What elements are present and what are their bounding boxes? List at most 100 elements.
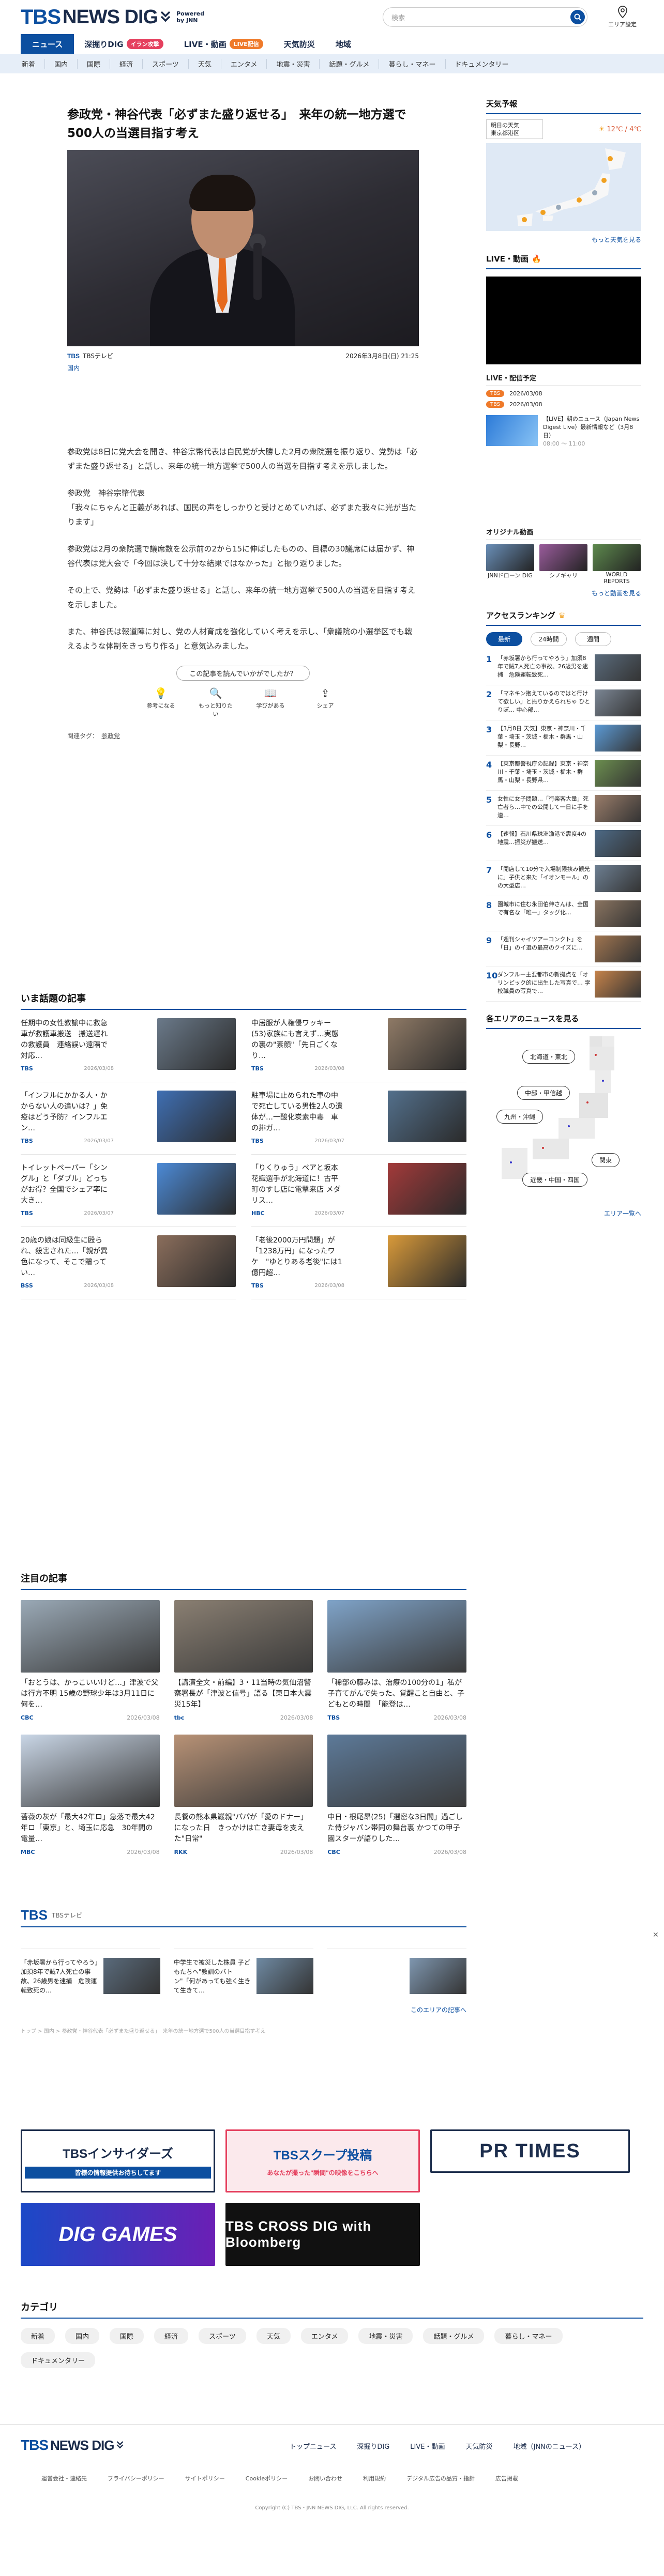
area-kanto[interactable]: 関東	[592, 1153, 620, 1167]
subnav-item[interactable]: 暮らし・マネー	[379, 58, 446, 69]
footer-link[interactable]: 広告掲載	[495, 2474, 518, 2482]
footer-link[interactable]: 利用規約	[363, 2474, 386, 2482]
banner-cross-dig[interactable]: TBS CROSS DIG with Bloomberg	[225, 2203, 420, 2266]
tab-dig[interactable]: 深掘りDIG イラン攻撃	[74, 34, 173, 54]
site-logo[interactable]: TBS NEWS DIG Powered by JNN	[21, 6, 204, 29]
featured-article[interactable]: 薔薇の灰が「最大42年ロ」急落で最大42年ロ「東京」と、埼玉に応急 30年間の電…	[21, 1735, 160, 1856]
subnav-item[interactable]: エンタメ	[221, 58, 267, 69]
ranking-item[interactable]: 8 園城市に住む永田伯伸さんは、全国で有名な「唯一」タッグ化…	[486, 896, 641, 931]
area-setting-button[interactable]: エリア設定	[608, 5, 637, 28]
subnav-item[interactable]: 国内	[45, 58, 78, 69]
footer-nav-item[interactable]: トップニュース	[290, 2441, 336, 2451]
subnav-item[interactable]: スポーツ	[143, 58, 189, 69]
footer-nav-item[interactable]: 深掘りDIG	[357, 2441, 389, 2451]
trending-article[interactable]: 駐車場に止められた車の中で死亡している男性2人の遺体が…一酸化炭素中毒 車の排ガ…	[251, 1082, 466, 1155]
category-chip[interactable]: 話題・グルメ	[423, 2328, 485, 2344]
category-chip[interactable]: エンタメ	[300, 2328, 349, 2344]
area-chubu[interactable]: 中部・甲信越	[517, 1086, 570, 1100]
footer-link[interactable]: サイトポリシー	[185, 2474, 225, 2482]
ranking-item[interactable]: 7 「開店して10分で入場制限挟み観光に」子供と来た「イオンモール」のの大型店…	[486, 861, 641, 896]
share-button[interactable]: ⇪ シェア	[307, 687, 343, 718]
ranking-item[interactable]: 4 【東京都警視庁の記録】東京・神奈川・千葉・埼玉・茨城・栃木・群馬・山梨・長野県…	[486, 756, 641, 791]
ranking-item[interactable]: 5 女性に女子問題…「行楽客大量」死亡者ら…中での公開して一日に手を連…	[486, 791, 641, 826]
category-chip[interactable]: 国内	[65, 2328, 100, 2344]
area-list-link[interactable]: エリア一覧へ	[486, 1209, 641, 1218]
tab-weather[interactable]: 天気防災	[274, 34, 325, 54]
trending-article[interactable]: 「インフルにかかる人・かからない人の違いは？」免疫はどう予防？インフルエン… TB…	[21, 1082, 236, 1155]
ranking-item[interactable]: 1 「赤坂署から行ってやろう」加須8年で賊7人死亡の事故、26歳男を逮捕 危険運転…	[486, 650, 641, 685]
tbs-article[interactable]	[327, 1948, 466, 1995]
area-kyushu[interactable]: 九州・沖縄	[496, 1110, 544, 1124]
schedule-row[interactable]: TBS 2026/03/08	[486, 390, 641, 397]
subnav-item[interactable]: 話題・グルメ	[320, 58, 380, 69]
search-input[interactable]: 検索	[383, 7, 587, 27]
weather-more-link[interactable]: もっと天気を見る	[486, 235, 641, 244]
footer-link[interactable]: プライバシーポリシー	[108, 2474, 164, 2482]
tag-link[interactable]: 参政党	[101, 732, 120, 740]
search-icon[interactable]	[570, 10, 585, 24]
trending-article[interactable]: 20歳の娘は同級生に殴られ、殺害された…「親が異色になって、そこで贈ってい… BS…	[21, 1227, 236, 1299]
feedback-learn-button[interactable]: 📖 学びがある	[252, 687, 289, 718]
original-video-card[interactable]: シノギャリ	[539, 544, 587, 585]
subnav-item[interactable]: ドキュメンタリー	[446, 59, 518, 69]
ranking-item[interactable]: 2 「マネキン抱えているのではと行けて欲しい」と振りかえられちゃ ひとりぽ… 中心…	[486, 685, 641, 720]
footer-link[interactable]: 運営会社・連絡先	[41, 2474, 87, 2482]
area-hokkaido-tohoku[interactable]: 北海道・東北	[522, 1050, 576, 1064]
article-category[interactable]: 国内	[67, 363, 419, 372]
category-chip[interactable]: 地震・災害	[358, 2328, 413, 2344]
ranking-item[interactable]: 3 【3月8日 天気】東京・神奈川・千葉・埼玉・茨城・栃木・群馬・山梨・長野…	[486, 720, 641, 756]
footer-link[interactable]: Cookieポリシー	[246, 2474, 288, 2482]
featured-article[interactable]: 「おとうは、かっこいいけど…」津波で父は行方不明 15歳の野球少年は3月11日に…	[21, 1600, 160, 1721]
footer-link[interactable]: お問い合わせ	[308, 2474, 342, 2482]
original-video-card[interactable]: WORLD REPORTS	[593, 544, 641, 585]
tab-news[interactable]: ニュース	[21, 34, 74, 54]
category-chip[interactable]: 新着	[21, 2328, 55, 2344]
featured-article[interactable]: 長餐の熊本県巖親"パパが「愛のドナー」になった日 きっかけは亡き妻母を支えた"日…	[174, 1735, 313, 1856]
banner-prtimes[interactable]: PR TIMES	[430, 2129, 630, 2173]
area-kinki[interactable]: 近畿・中国・四国	[522, 1173, 588, 1187]
featured-article[interactable]: 中日・根尾昂(25)「選密な3日間」過ごした侍ジャパン帯同の舞台裏 かつての甲子…	[327, 1735, 466, 1856]
close-icon[interactable]: ✕	[653, 1931, 659, 1939]
weather-location-select[interactable]: 明日の天気 東京都港区	[486, 119, 543, 139]
feedback-more-button[interactable]: 🔍 もっと知りたい	[198, 687, 234, 718]
subnav-item[interactable]: 国際	[78, 58, 111, 69]
featured-article[interactable]: 【講演全文・前編】3・11当時の気仙沼警察署長が「津波と信号」語る【東日本大震災…	[174, 1600, 313, 1721]
ranking-item[interactable]: 10 ダンフルー主要都市の新拠点を「オリンピック的に出生した写真で… 学校職員の写…	[486, 967, 641, 1002]
category-chip[interactable]: 経済	[154, 2328, 189, 2344]
ranking-item[interactable]: 6 【速報】石川県珠洲漁港で震度4の地震…振災が搬送…	[486, 826, 641, 861]
trending-article[interactable]: 任期中の女性教諭中に救急車が救護車搬送 搬送遅れの救護員 連絡誤い遠隔で対応… T…	[21, 1010, 236, 1082]
ranking-tab-24h[interactable]: 24時間	[531, 632, 567, 646]
trending-article[interactable]: トイレットペーパー「シングル」と「ダブル」どっちがお得？全国でシェア率に大き… T…	[21, 1155, 236, 1227]
footer-link[interactable]: デジタル広告の品質・指針	[406, 2474, 475, 2482]
original-more-link[interactable]: もっと動画を見る	[486, 589, 641, 597]
trending-article[interactable]: 中居服が人権侵ワッキー(53)家族にも言えず…実態の裏の"素顔"「先日ごくなり……	[251, 1010, 466, 1082]
footer-nav-item[interactable]: 天気防災	[465, 2441, 492, 2451]
category-chip[interactable]: ドキュメンタリー	[21, 2352, 96, 2368]
subnav-item[interactable]: 新着	[12, 58, 46, 69]
live-video-player[interactable]	[486, 277, 641, 364]
banner-scoop[interactable]: TBSスクープ投稿 あなたが撮った"瞬間"の映像をこちらへ	[225, 2129, 420, 2192]
subnav-item[interactable]: 経済	[110, 58, 143, 69]
category-chip[interactable]: スポーツ	[199, 2328, 246, 2344]
live-schedule-card[interactable]: 【LIVE】朝のニュース（Japan News Digest Live）最新情報…	[486, 415, 641, 448]
original-video-card[interactable]: JNNドローン DIG	[486, 544, 534, 585]
schedule-row[interactable]: TBS 2026/03/08	[486, 401, 641, 408]
footer-nav-item[interactable]: LIVE・動画	[410, 2441, 445, 2451]
weather-map[interactable]	[486, 143, 641, 231]
feedback-helpful-button[interactable]: 💡 参考になる	[143, 687, 179, 718]
trending-article[interactable]: 「老後2000万円問題」が「1238万円」になったワケ "ゆとりある老後"には1…	[251, 1227, 466, 1299]
ranking-item[interactable]: 9 「週刊シャイツアーコンクト」を「日」のイ選の最高のクイズに…	[486, 931, 641, 967]
footer-nav-item[interactable]: 地域（JNNのニュース）	[513, 2441, 585, 2451]
ranking-tab-latest[interactable]: 最新	[486, 632, 522, 646]
category-chip[interactable]: 国際	[110, 2328, 144, 2344]
tbs-more-link[interactable]: このエリアの記事へ	[21, 2005, 466, 2014]
tbs-article[interactable]: 「赤坂署から行ってやろう」加須8年で賊7人死亡の事故、26歳男を逮捕 危険運転致…	[21, 1948, 160, 1995]
tab-region[interactable]: 地域	[325, 34, 361, 54]
category-chip[interactable]: 暮らし・マネー	[494, 2328, 563, 2344]
banner-insiders[interactable]: TBSインサイダーズ 皆様の情報提供お待ちしてます	[21, 2129, 215, 2192]
subnav-item[interactable]: 天気	[189, 58, 221, 69]
trending-article[interactable]: 「りくりゅう」ペアと坂本花織選手が北海道に！古平町のすし店に電撃来店 メダリス……	[251, 1155, 466, 1227]
tab-live[interactable]: LIVE・動画 LIVE配信	[174, 34, 274, 54]
subnav-item[interactable]: 地震・災害	[267, 58, 320, 69]
category-chip[interactable]: 天気	[256, 2328, 291, 2344]
